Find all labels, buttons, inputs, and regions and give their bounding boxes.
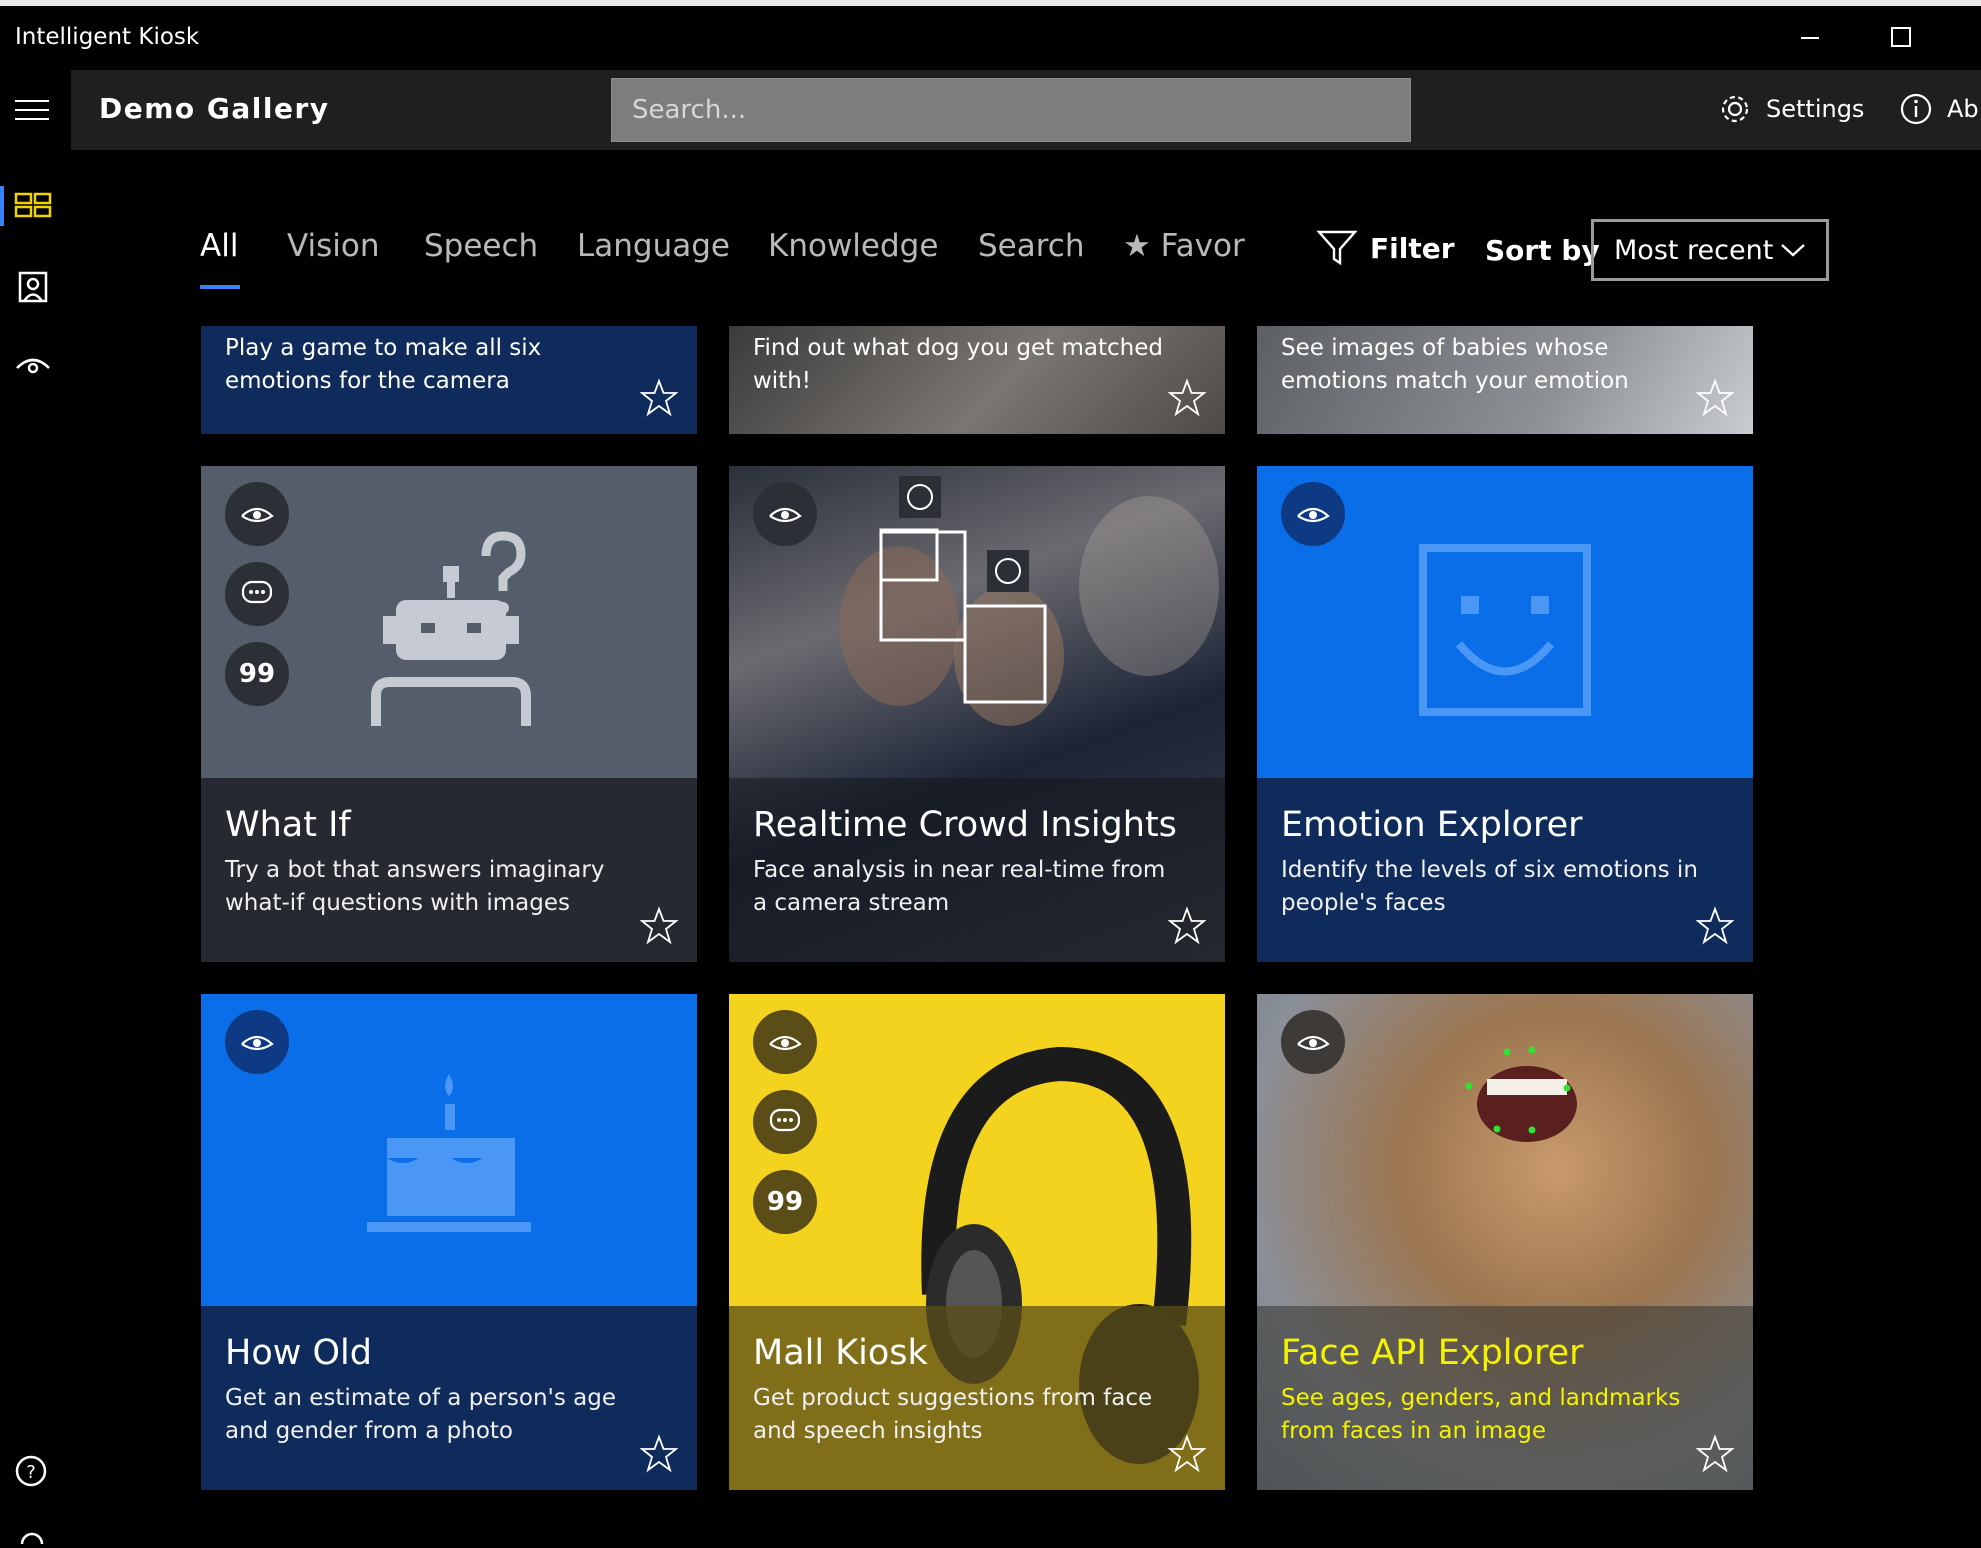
settings-button[interactable]: Settings: [1718, 92, 1864, 126]
tab-favorites[interactable]: ★ Favor: [1123, 228, 1245, 264]
active-tab-indicator: [200, 285, 240, 289]
title-bar-strip: [0, 0, 1981, 6]
page-title: Demo Gallery: [99, 92, 330, 125]
favorite-star-icon[interactable]: [639, 906, 679, 946]
vision-badge-icon: [225, 482, 289, 546]
about-label: Ab: [1947, 95, 1979, 123]
card-caption: How Old Get an estimate of a person's ag…: [201, 1306, 697, 1490]
card-baby-emotions[interactable]: See images of babies whose emotions matc…: [1257, 326, 1753, 434]
card-caption: Face API Explorer See ages, genders, and…: [1257, 1306, 1753, 1490]
nav-active-indicator: [0, 186, 4, 226]
smiley-face-icon: [1419, 544, 1591, 716]
card-title: How Old: [225, 1333, 372, 1373]
favorite-star-icon[interactable]: [1167, 906, 1207, 946]
vision-badge-icon: [1281, 482, 1345, 546]
help-icon[interactable]: ?: [14, 1454, 50, 1494]
card-description: Get an estimate of a person's age and ge…: [225, 1385, 616, 1444]
card-title: Face API Explorer: [1281, 1333, 1584, 1373]
vision-badge-icon: [225, 1010, 289, 1074]
card-title: Emotion Explorer: [1281, 805, 1583, 845]
tab-vision[interactable]: Vision: [287, 228, 380, 264]
speech-badge-icon: [225, 562, 289, 626]
minimize-button[interactable]: [1795, 22, 1825, 52]
language-badge-icon: 99: [225, 642, 289, 706]
card-description: See images of babies whose emotions matc…: [1281, 335, 1629, 394]
settings-gear-icon-bottom[interactable]: [14, 1528, 50, 1548]
vision-badge-icon: [753, 482, 817, 546]
app-title: Intelligent Kiosk: [15, 24, 200, 50]
card-description: Try a bot that answers imaginary what-if…: [225, 857, 605, 916]
card-how-old[interactable]: How Old Get an estimate of a person's ag…: [201, 994, 697, 1490]
search-input[interactable]: [612, 79, 1410, 141]
card-caption: What If Try a bot that answers imaginary…: [201, 778, 697, 962]
card-title: Realtime Crowd Insights: [753, 805, 1177, 845]
card-caption: Emotion Explorer Identify the levels of …: [1257, 778, 1753, 962]
card-description: Get product suggestions from face and sp…: [753, 1385, 1153, 1444]
title-bar: Intelligent Kiosk: [0, 0, 1981, 70]
hamburger-menu-icon[interactable]: [15, 100, 49, 124]
favorite-star-icon[interactable]: [1167, 1434, 1207, 1474]
language-badge-icon: 99: [753, 1170, 817, 1234]
svg-text:?: ?: [26, 1462, 36, 1483]
card-description: Play a game to make all six emotions for…: [225, 335, 542, 394]
search-box[interactable]: [611, 78, 1411, 142]
tab-knowledge[interactable]: Knowledge: [768, 228, 938, 264]
card-description: See ages, genders, and landmarks from fa…: [1281, 1385, 1681, 1444]
card-six-emotions[interactable]: Play a game to make all six emotions for…: [201, 326, 697, 434]
tab-all[interactable]: All: [200, 228, 238, 264]
card-mall-kiosk[interactable]: 99 Mall Kiosk Get product suggestions fr…: [729, 994, 1225, 1490]
favorite-star-icon[interactable]: [1695, 1434, 1735, 1474]
favorite-star-icon[interactable]: [1695, 378, 1735, 418]
favorite-star-icon[interactable]: [639, 1434, 679, 1474]
birthday-cake-icon: [367, 1074, 531, 1232]
card-description: Find out what dog you get matched with!: [753, 335, 1163, 394]
card-emotion-explorer[interactable]: Emotion Explorer Identify the levels of …: [1257, 466, 1753, 962]
nav-eye-icon[interactable]: [14, 350, 52, 384]
about-button[interactable]: Ab: [1899, 92, 1979, 126]
maximize-button[interactable]: [1886, 22, 1916, 52]
gear-icon: [1721, 95, 1749, 123]
card-title: What If: [225, 805, 351, 845]
card-face-api-explorer[interactable]: Face API Explorer See ages, genders, and…: [1257, 994, 1753, 1490]
card-caption: Realtime Crowd Insights Face analysis in…: [729, 778, 1225, 962]
card-caption: Mall Kiosk Get product suggestions from …: [729, 1306, 1225, 1490]
sort-selected-value: Most recent: [1614, 234, 1774, 266]
settings-label: Settings: [1766, 95, 1865, 123]
favorite-star-icon[interactable]: [1167, 378, 1207, 418]
tab-search[interactable]: Search: [978, 228, 1085, 264]
sort-by-label: Sort by: [1485, 234, 1600, 267]
favorite-star-icon[interactable]: [1695, 906, 1735, 946]
tab-language[interactable]: Language: [577, 228, 730, 264]
favorite-star-icon[interactable]: [639, 378, 679, 418]
nav-portrait-icon[interactable]: [14, 270, 52, 308]
filter-button[interactable]: Filter: [1316, 228, 1455, 268]
tab-speech[interactable]: Speech: [424, 228, 538, 264]
sort-dropdown[interactable]: Most recent: [1591, 219, 1829, 281]
chevron-down-icon: [1781, 244, 1805, 257]
card-description: Face analysis in near real-time from a c…: [753, 857, 1166, 916]
card-dog-match[interactable]: Find out what dog you get matched with!: [729, 326, 1225, 434]
info-icon: [1900, 93, 1932, 125]
speech-badge-icon: [753, 1090, 817, 1154]
card-title: Mall Kiosk: [753, 1333, 928, 1373]
vision-badge-icon: [1281, 1010, 1345, 1074]
vision-badge-icon: [753, 1010, 817, 1074]
filter-label: Filter: [1370, 231, 1455, 265]
filter-icon: [1316, 230, 1358, 266]
robot-question-icon: [371, 531, 531, 726]
card-description: Identify the levels of six emotions in p…: [1281, 857, 1698, 916]
nav-gallery-icon[interactable]: [14, 190, 52, 224]
card-what-if[interactable]: 99 What If Try a bot that answers imagin…: [201, 466, 697, 962]
card-realtime-crowd-insights[interactable]: Realtime Crowd Insights Face analysis in…: [729, 466, 1225, 962]
